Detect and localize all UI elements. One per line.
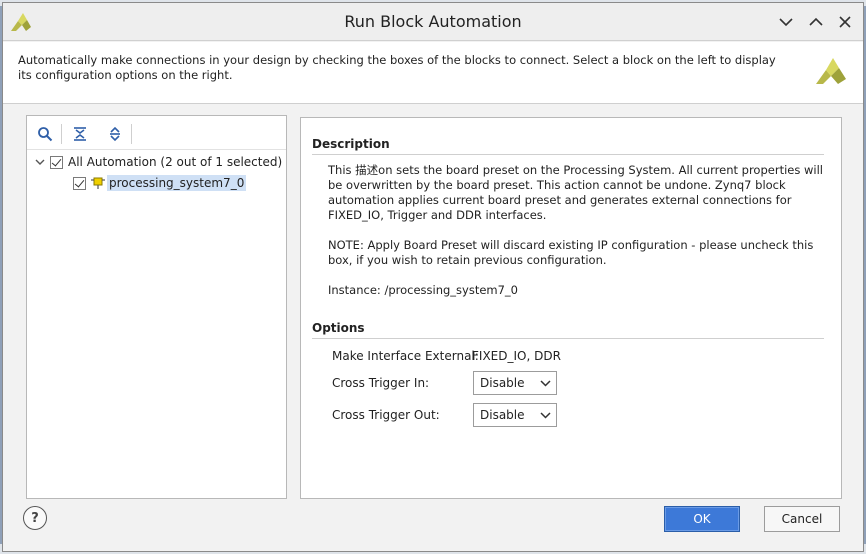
- make-external-label: Make Interface External:: [332, 349, 479, 363]
- cross-trigger-out-label: Cross Trigger Out:: [332, 408, 440, 422]
- collapse-all-icon: [74, 127, 86, 141]
- chevron-down-icon: [540, 412, 551, 419]
- tree-toolbar: [27, 116, 286, 150]
- search-icon: [38, 127, 53, 142]
- root-checkbox[interactable]: [50, 155, 63, 169]
- toolbar-separator: [131, 124, 132, 144]
- expand-all-icon: [110, 126, 120, 142]
- make-external-value: FIXED_IO, DDR: [472, 349, 561, 363]
- maximize-button[interactable]: [803, 10, 829, 34]
- chevron-down-icon: [779, 18, 793, 27]
- options-title: Options: [312, 321, 365, 335]
- expand-all-button[interactable]: [105, 124, 125, 144]
- cross-trigger-out-select[interactable]: Disable: [473, 403, 557, 427]
- description-title: Description: [312, 137, 390, 151]
- configuration-panel: Description This 描述on sets the board pre…: [300, 117, 842, 499]
- tree-child-row[interactable]: processing_system7_0: [73, 173, 247, 193]
- run-block-automation-dialog: Run Block Automation Automatically make …: [2, 2, 864, 552]
- info-text: Automatically make connections in your d…: [18, 53, 776, 82]
- minimize-button[interactable]: [773, 10, 799, 34]
- toolbar-separator: [61, 124, 62, 144]
- close-icon: [839, 16, 851, 28]
- cross-trigger-in-value: Disable: [480, 376, 525, 390]
- description-instance: Instance: /processing_system7_0: [328, 283, 519, 297]
- help-button[interactable]: ?: [23, 506, 47, 530]
- tree-root-label: All Automation (2 out of 1 selected): [68, 155, 283, 169]
- search-button[interactable]: [35, 124, 55, 144]
- cross-trigger-in-select[interactable]: Disable: [473, 371, 557, 395]
- tree-child-label[interactable]: processing_system7_0: [107, 175, 247, 191]
- cancel-button[interactable]: Cancel: [764, 506, 840, 532]
- cross-trigger-out-value: Disable: [480, 408, 525, 422]
- collapse-all-button[interactable]: [70, 124, 90, 144]
- chevron-up-icon: [809, 17, 823, 26]
- description-note: NOTE: Apply Board Preset will discard ex…: [328, 238, 814, 267]
- ip-block-icon: [91, 177, 105, 189]
- close-button[interactable]: [832, 10, 858, 34]
- title-bar[interactable]: Run Block Automation: [3, 3, 863, 41]
- cross-trigger-in-label: Cross Trigger In:: [332, 376, 430, 390]
- info-banner: Automatically make connections in your d…: [3, 42, 863, 104]
- description-text: This 描述on sets the board preset on the P…: [328, 163, 823, 222]
- tree-root-row[interactable]: All Automation (2 out of 1 selected): [35, 152, 282, 172]
- options-divider: [312, 338, 824, 339]
- description-divider: [312, 154, 824, 155]
- ok-button[interactable]: OK: [664, 506, 740, 532]
- vivado-logo-icon: [816, 58, 846, 84]
- dialog-title: Run Block Automation: [344, 12, 522, 31]
- automation-tree-panel: All Automation (2 out of 1 selected) pro…: [26, 115, 287, 499]
- chevron-down-icon[interactable]: [35, 157, 45, 167]
- child-checkbox[interactable]: [73, 176, 86, 190]
- chevron-down-icon: [540, 380, 551, 387]
